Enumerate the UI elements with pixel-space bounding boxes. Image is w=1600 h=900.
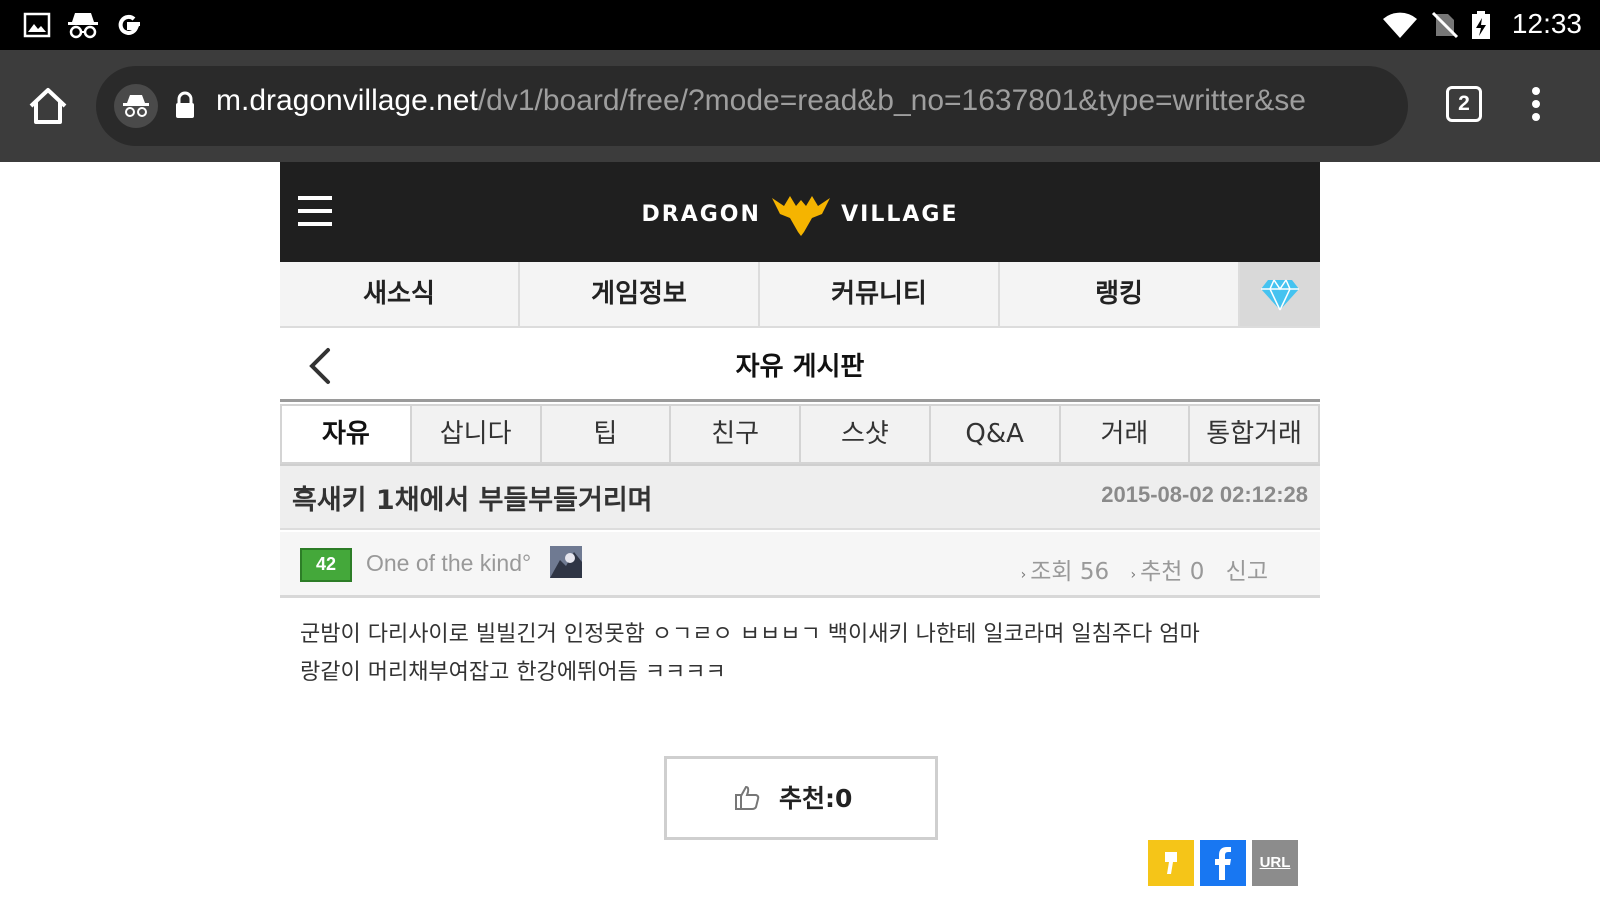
lock-icon[interactable] [174,90,196,120]
tab-tips[interactable]: 팁 [541,404,672,464]
board-header: 자유 게시판 [280,330,1320,402]
post-title-row: 흑새키 1채에서 부들부들거리며 2015-08-02 02:12:28 [280,466,1320,530]
url-domain: m.dragonvillage.net [216,84,478,117]
kakao-share-button[interactable] [1148,840,1194,886]
logo-text-right: VILLAGE [841,201,959,227]
dragon-logo-icon [772,196,831,236]
level-value: 42 [315,554,337,574]
tab-screenshots[interactable]: 스샷 [801,404,931,464]
post-date: 2015-08-02 02:12:28 [1101,482,1308,507]
author-name[interactable]: One of the kind° [366,550,531,577]
site-logo[interactable]: DRAGON VILLAGE [280,192,1320,236]
post-stats: › 조회 56 › 추천 0 신고 [1020,559,1268,585]
google-icon [118,14,140,35]
nav-news[interactable]: 새소식 [280,262,520,326]
nav-gem-button[interactable] [1240,262,1320,326]
thumbs-up-icon [735,785,760,810]
tab-free[interactable]: 자유 [280,404,412,464]
post-body-line: 랑같이 머리채부여잡고 한강에뛰어듬 ㅋㅋㅋㅋ [300,660,726,685]
diamond-icon [1261,279,1299,311]
board-title: 자유 게시판 [735,352,865,382]
facebook-icon [1215,847,1231,880]
url-path: /dv1/board/free/?mode=read&b_no=1637801&… [477,84,1306,117]
clock: 12:33 [1511,8,1582,39]
gallery-icon [23,12,51,38]
logo-text-left: DRAGON [641,201,761,227]
category-tabs: 자유 삽니다 팁 친구 스샷 Q&A 거래 통합거래 [280,404,1320,466]
avatar[interactable] [550,546,582,578]
nav-ranking[interactable]: 랭킹 [1000,262,1240,326]
post-title: 흑새키 1채에서 부들부들거리며 [292,485,653,516]
status-bar: 12:33 [0,0,1600,50]
post-body-line: 군밤이 다리사이로 빌빌긴거 인정못함 ㅇㄱㄹㅇ ㅂㅂㅂㄱ 백이새키 나한테 일… [300,622,1200,647]
incognito-badge [114,84,158,128]
main-nav: 새소식 게임정보 커뮤니티 랭킹 [280,262,1320,328]
url-text[interactable]: m.dragonvillage.net/dv1/board/free/?mode… [216,84,1396,118]
tab-integrated-trade[interactable]: 통합거래 [1190,404,1320,464]
view-count: 조회 56 [1030,559,1110,585]
avatar-image [550,546,582,578]
incognito-icon [123,95,149,117]
wifi-icon [1383,12,1417,38]
tab-trade[interactable]: 거래 [1060,404,1191,464]
battery-charging-icon [1472,11,1490,39]
nav-community[interactable]: 커뮤니티 [760,262,1000,326]
url-share-button[interactable]: URL [1252,840,1298,886]
recommend-button[interactable]: 추천:0 [664,756,938,840]
recommend-button-label: 추천:0 [779,784,853,813]
post-meta: 42 One of the kind° › 조회 56 › 추천 0 신고 [280,532,1320,598]
tab-friends[interactable]: 친구 [671,404,801,464]
tab-qna[interactable]: Q&A [930,404,1061,464]
facebook-share-button[interactable] [1200,840,1246,886]
nav-game-info[interactable]: 게임정보 [520,262,760,326]
webpage: DRAGON VILLAGE 새소식 게임정보 커뮤니티 랭킹 자유 게시판 자… [280,162,1320,900]
no-sim-icon [1431,11,1459,39]
tab-switcher-button[interactable]: 2 [1446,86,1482,122]
incognito-icon [68,13,98,39]
kakaostory-icon [1165,852,1177,874]
recommend-count: 추천 0 [1140,559,1205,585]
site-header: DRAGON VILLAGE [280,162,1320,262]
browser-toolbar: m.dragonvillage.net/dv1/board/free/?mode… [0,50,1600,162]
tab-buy[interactable]: 삽니다 [411,404,542,464]
post-body: 군밤이 다리사이로 빌빌긴거 인정못함 ㅇㄱㄹㅇ ㅂㅂㅂㄱ 백이새키 나한테 일… [300,616,1300,692]
level-badge: 42 [300,548,352,582]
report-link[interactable]: 신고 [1226,559,1268,585]
home-icon[interactable] [26,84,70,128]
overflow-menu-icon[interactable] [1526,84,1546,128]
address-bar[interactable]: m.dragonvillage.net/dv1/board/free/?mode… [96,66,1408,146]
